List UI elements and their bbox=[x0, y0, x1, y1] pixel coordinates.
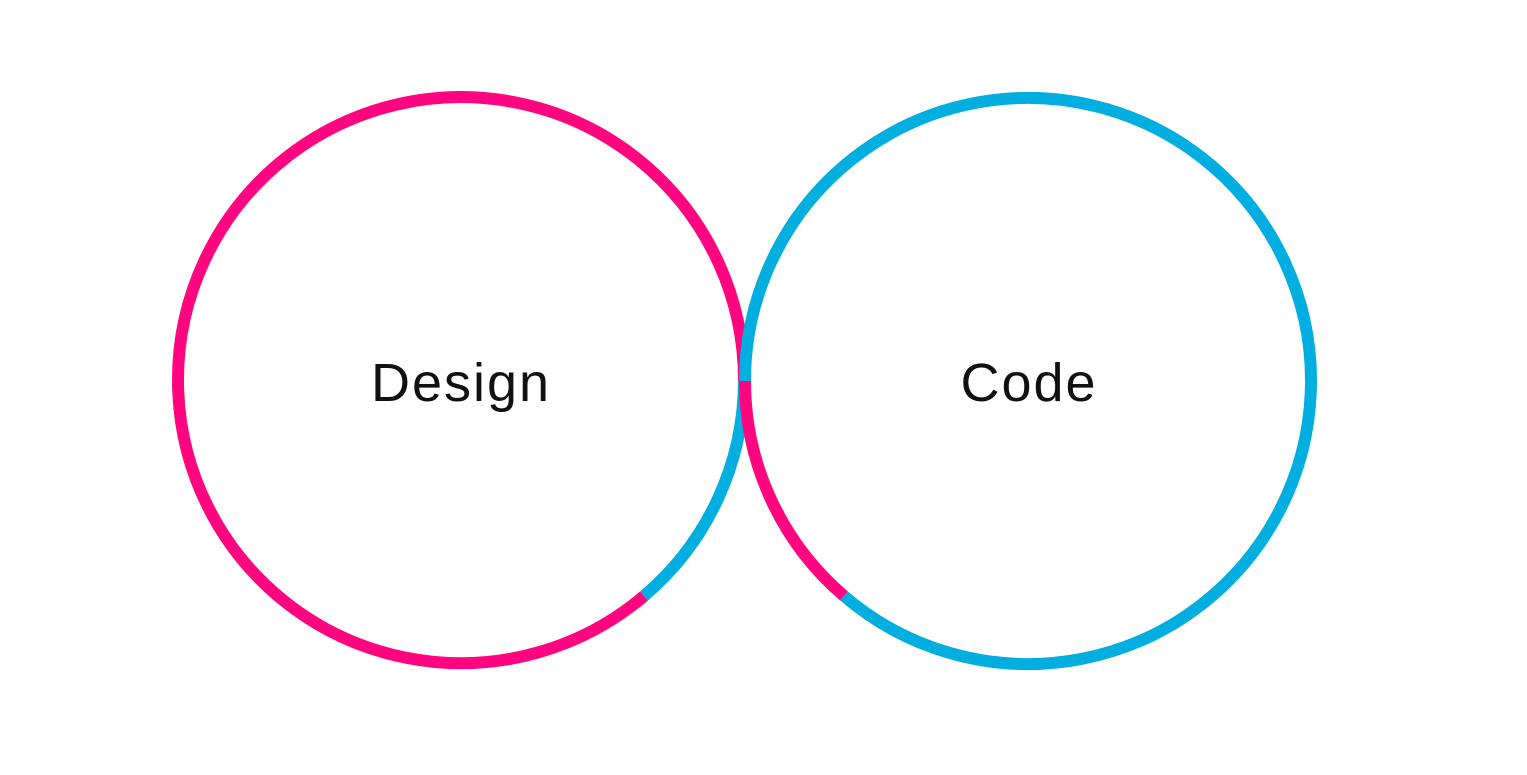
diagram-canvas: Design Code bbox=[0, 0, 1527, 775]
code-circle: Code bbox=[739, 91, 1317, 670]
design-circle-overlap-arc bbox=[640, 380, 750, 601]
code-circle-overlap-arc bbox=[739, 380, 848, 601]
design-circle: Design bbox=[172, 91, 751, 670]
code-label: Code bbox=[960, 353, 1097, 413]
design-code-diagram: Design Code bbox=[172, 91, 1317, 670]
design-label: Design bbox=[371, 353, 551, 413]
